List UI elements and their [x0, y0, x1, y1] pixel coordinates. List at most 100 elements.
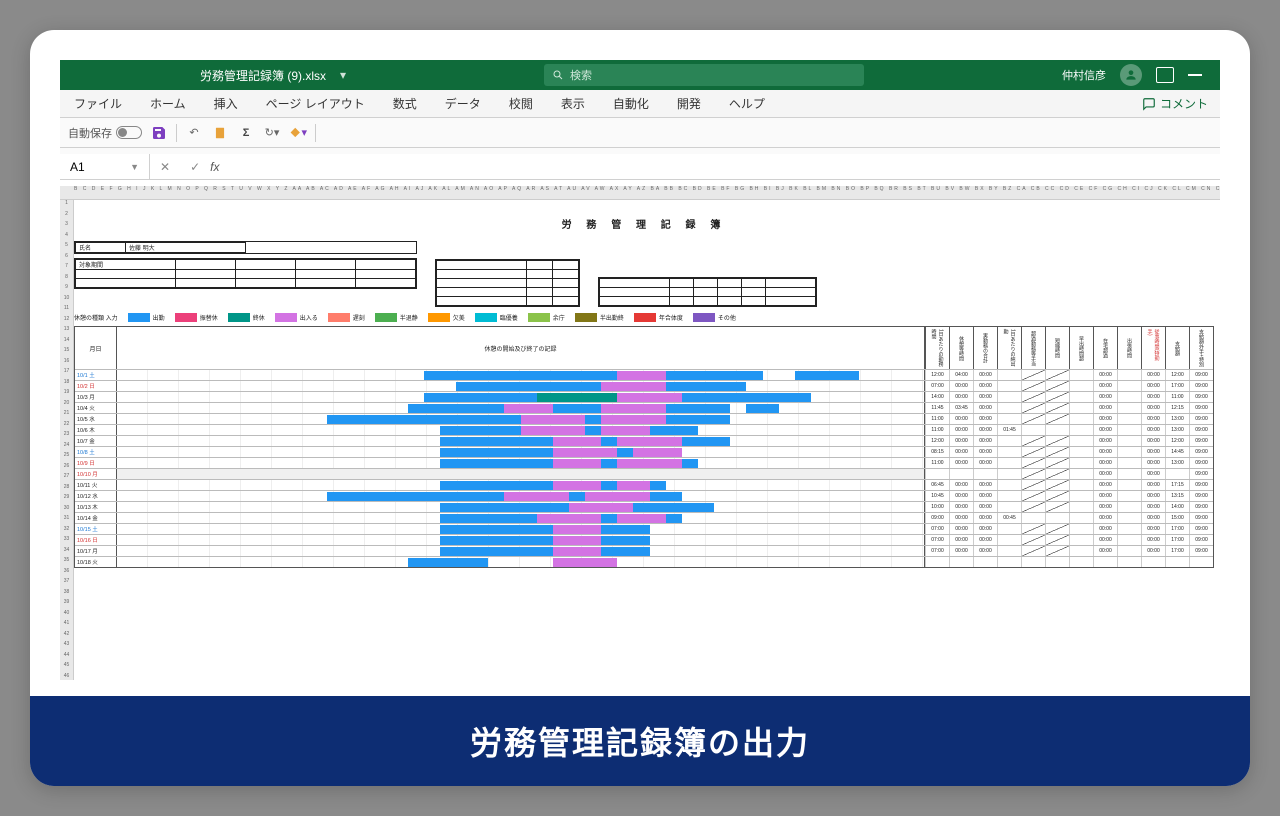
document-title: 労 務 管 理 記 録 簿 — [74, 216, 1214, 231]
search-input[interactable]: 検索 — [544, 64, 864, 86]
autosave[interactable]: 自動保存 — [68, 125, 142, 141]
gantt-cell: 12:15 — [1165, 403, 1189, 413]
gantt-row: 10/17 月07:0000:0000:0000:0000:0017:0009:… — [75, 545, 1213, 556]
menu-tab[interactable]: 校閲 — [495, 90, 547, 117]
gantt-date-header: 月日 — [75, 327, 117, 369]
gantt-cell — [1117, 524, 1141, 534]
filename[interactable]: 労務管理記録簿 (9).xlsx — [190, 67, 336, 84]
gantt-row: 10/7 金12:0000:0000:0000:0000:0012:0009:0… — [75, 435, 1213, 446]
gantt-cell — [1021, 502, 1045, 512]
gantt-cell — [1069, 414, 1093, 424]
gantt-cell — [1045, 381, 1069, 391]
gantt-cell: 06:45 — [925, 480, 949, 490]
gantt-cell: 10:45 — [925, 491, 949, 501]
gantt-bar — [521, 426, 586, 435]
gantt-cell — [997, 469, 1021, 479]
name-value: 佐藤 明大 — [126, 243, 246, 253]
fx-icon[interactable]: fx — [210, 160, 230, 174]
menu-tab[interactable]: 挿入 — [200, 90, 252, 117]
save-icon[interactable] — [150, 124, 168, 142]
gantt-cell — [997, 381, 1021, 391]
gantt-cell — [949, 469, 973, 479]
column-headers[interactable]: B C D E F G H I J K L M N O P Q R S T U … — [60, 186, 1220, 200]
gantt-cell — [997, 392, 1021, 402]
undo-icon[interactable]: ↶ — [185, 124, 203, 142]
gantt-col-header: 超過勤務等手当 — [1021, 327, 1045, 369]
cancel-formula-icon[interactable]: ✕ — [150, 160, 180, 174]
gantt-bar — [746, 404, 778, 413]
gantt-bar — [553, 547, 601, 556]
gantt-cell — [1021, 535, 1045, 545]
gantt-cell: 09:00 — [1189, 502, 1213, 512]
present-icon[interactable] — [1156, 67, 1174, 83]
gantt-cell — [1117, 370, 1141, 380]
menu-tab[interactable]: ファイル — [60, 90, 136, 117]
gantt-bar — [601, 382, 666, 391]
gantt-cell: 00:00 — [1141, 546, 1165, 556]
worksheet[interactable]: 1234567891011121314151617181920212223242… — [60, 200, 1220, 680]
gantt-bar — [569, 503, 634, 512]
gantt-cell: 00:00 — [973, 480, 997, 490]
legend-item: 出勤 — [128, 313, 165, 322]
excel-screenshot: 労務管理記録簿 (9).xlsx ▾ 検索 仲村信彦 ファイルホーム挿入ページ … — [60, 60, 1220, 680]
gantt-bar — [553, 536, 601, 545]
minimize-icon[interactable] — [1188, 74, 1202, 76]
username[interactable]: 仲村信彦 — [1062, 67, 1106, 83]
gantt-row: 10/14 金09:0000:0000:0000:4500:0000:0015:… — [75, 512, 1213, 523]
name-box[interactable]: A1▼ — [60, 154, 150, 179]
gantt-cell — [1117, 458, 1141, 468]
gantt-col-header: 支給額外手+特別 — [1189, 327, 1213, 369]
header-blocks: 氏名 佐藤 明大 対象期間 — [74, 241, 1214, 307]
menu-tab[interactable]: 開発 — [663, 90, 715, 117]
gantt-cell: 09:00 — [1189, 370, 1213, 380]
gantt-bar — [585, 492, 650, 501]
search-placeholder: 検索 — [570, 67, 592, 83]
gantt-cell — [1069, 469, 1093, 479]
menu-tab[interactable]: 表示 — [547, 90, 599, 117]
fill-icon[interactable]: ▾ — [289, 124, 307, 142]
avatar-icon[interactable] — [1120, 64, 1142, 86]
gantt-cell: 00:00 — [949, 513, 973, 523]
row-headers[interactable]: 1234567891011121314151617181920212223242… — [60, 200, 74, 680]
gantt-cell: 11:00 — [925, 425, 949, 435]
gantt-cell — [1021, 491, 1045, 501]
gantt-cell: 00:00 — [1093, 392, 1117, 402]
gantt-cell: 11:00 — [1165, 392, 1189, 402]
gantt-row: 10/5 水11:0000:0000:0000:0000:0013:0009:0… — [75, 413, 1213, 424]
legend-item: 臨優養 — [475, 313, 518, 322]
gantt-cell — [1069, 403, 1093, 413]
gantt-chart: 月日 休憩の開始及び終了の記録 1日あたりの勤務時間休憩等時間実勤務の合計1日あ… — [74, 326, 1214, 568]
accept-formula-icon[interactable]: ✓ — [180, 160, 210, 174]
gantt-bar — [440, 525, 650, 534]
menu-tab[interactable]: ページ レイアウト — [252, 90, 379, 117]
gantt-cell: 12:00 — [925, 370, 949, 380]
menu-tab[interactable]: ホーム — [136, 90, 200, 117]
gantt-cell: 00:00 — [1093, 469, 1117, 479]
gantt-cell: 14:45 — [1165, 447, 1189, 457]
menu-tab[interactable]: データ — [431, 90, 495, 117]
chevron-down-icon[interactable]: ▾ — [340, 68, 346, 82]
gantt-cell: 17:00 — [1165, 546, 1189, 556]
gantt-cell — [1069, 392, 1093, 402]
gantt-cell: 04:00 — [949, 370, 973, 380]
gantt-cell — [1117, 491, 1141, 501]
menu-tab[interactable]: ヘルプ — [715, 90, 779, 117]
redo-icon[interactable]: ↻▾ — [263, 124, 281, 142]
gantt-cell: 11:45 — [925, 403, 949, 413]
comment-button[interactable]: コメント — [1142, 95, 1220, 112]
gantt-row: 10/16 日07:0000:0000:0000:0000:0017:0009:… — [75, 534, 1213, 545]
gantt-cell — [1021, 436, 1045, 446]
menu-tab[interactable]: 自動化 — [599, 90, 663, 117]
gantt-cell: 00:00 — [949, 491, 973, 501]
gantt-cell — [1117, 480, 1141, 490]
gantt-cell: 00:00 — [973, 381, 997, 391]
gantt-cell: 07:00 — [925, 546, 949, 556]
gantt-col-header: 1日あたりの純出勤 — [997, 327, 1021, 369]
paste-icon[interactable] — [211, 124, 229, 142]
sum-icon[interactable]: Σ — [237, 124, 255, 142]
gantt-cell — [1045, 513, 1069, 523]
autosave-toggle[interactable] — [116, 126, 142, 139]
gantt-cell: 00:00 — [1141, 381, 1165, 391]
menu-tab[interactable]: 数式 — [379, 90, 431, 117]
gantt-cell — [1069, 370, 1093, 380]
